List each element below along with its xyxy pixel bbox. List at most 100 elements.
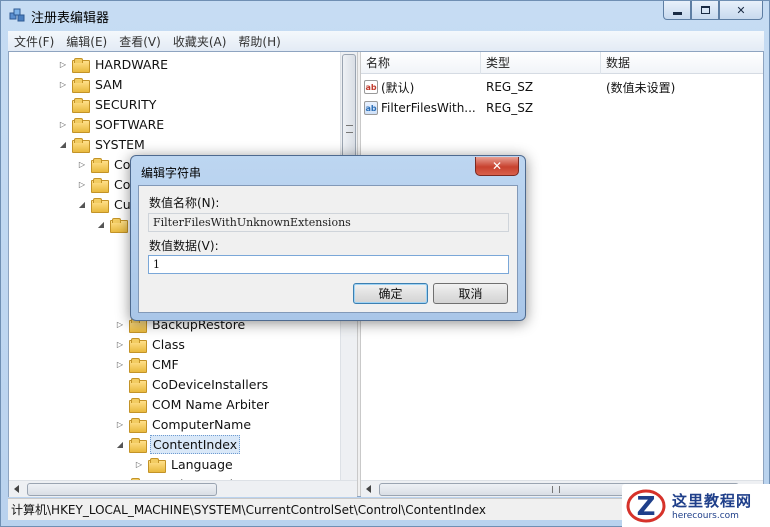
collapse-icon[interactable]: ◢: [114, 438, 126, 450]
folder-icon: [72, 77, 90, 93]
value-type: REG_SZ: [486, 80, 534, 94]
menu-help[interactable]: 帮助(H): [232, 33, 286, 50]
collapse-icon[interactable]: ◢: [76, 198, 88, 210]
column-header-data[interactable]: 数据: [601, 52, 763, 74]
expand-icon[interactable]: ▷: [114, 418, 126, 430]
expand-icon[interactable]: ▷: [76, 178, 88, 190]
dialog-body: 数值名称(N): FilterFilesWithUnknownExtension…: [138, 185, 518, 313]
close-icon: ✕: [491, 159, 503, 173]
tree-item-system[interactable]: ◢ SYSTEM: [57, 134, 147, 154]
status-path: 计算机\HKEY_LOCAL_MACHINE\SYSTEM\CurrentCon…: [11, 503, 486, 517]
folder-icon: [72, 97, 90, 113]
tree-item-label: Class: [152, 336, 185, 352]
expand-icon: [57, 98, 69, 110]
expand-icon: [114, 398, 126, 410]
tree-item-label: HARDWARE: [95, 56, 169, 72]
minimize-button[interactable]: [663, 1, 691, 20]
expand-icon[interactable]: ▷: [114, 338, 126, 350]
folder-icon: [129, 377, 147, 393]
expand-icon[interactable]: ▷: [114, 318, 126, 330]
folder-icon: [148, 457, 166, 473]
tree-horizontal-scrollbar[interactable]: [9, 480, 357, 497]
expand-icon[interactable]: ▷: [76, 158, 88, 170]
column-header-type[interactable]: 类型: [481, 52, 601, 74]
list-header: 名称 类型 数据: [361, 52, 763, 74]
folder-icon: [129, 417, 147, 433]
collapse-icon[interactable]: ◢: [95, 218, 107, 230]
dialog-close-button[interactable]: ✕: [475, 157, 519, 176]
tree-item-class[interactable]: ▷ Class: [114, 334, 187, 354]
menu-edit[interactable]: 编辑(E): [60, 33, 113, 50]
scroll-left-icon[interactable]: [14, 485, 19, 493]
tree-item-label: Language: [171, 456, 233, 472]
value-data: (数值未设置): [606, 80, 676, 95]
value-data-label: 数值数据(V):: [149, 239, 219, 253]
folder-icon: [129, 337, 147, 353]
site-url: herecours.com: [672, 511, 739, 521]
menu-bar: 文件(F) 编辑(E) 查看(V) 收藏夹(A) 帮助(H): [8, 31, 764, 51]
tree-item-com-name-arbiter[interactable]: COM Name Arbiter: [114, 394, 271, 414]
string-value-icon: ab: [364, 101, 378, 115]
tree-item-software[interactable]: ▷ SOFTWARE: [57, 114, 166, 134]
string-value-icon: ab: [364, 80, 378, 94]
maximize-icon: [700, 6, 710, 14]
tree-item-computername[interactable]: ▷ ComputerName: [114, 414, 253, 434]
expand-icon: [114, 378, 126, 390]
folder-icon: [72, 57, 90, 73]
title-bar[interactable]: 注册表编辑器 ✕: [1, 1, 769, 31]
expand-icon[interactable]: ▷: [57, 78, 69, 90]
menu-file[interactable]: 文件(F): [8, 33, 60, 50]
tree-item-label: SYSTEM: [95, 136, 145, 152]
edit-string-dialog: 编辑字符串 ✕ 数值名称(N): FilterFilesWithUnknownE…: [130, 155, 526, 321]
tree-item-cmf[interactable]: ▷ CMF: [114, 354, 181, 374]
tree-horizontal-scroll-thumb[interactable]: [27, 483, 217, 496]
ok-button[interactable]: 确定: [353, 283, 428, 304]
close-button[interactable]: ✕: [719, 1, 763, 20]
tree-item-contentindex[interactable]: ◢ ContentIndex: [114, 434, 241, 454]
tree-item-label: ContentIndex: [150, 434, 241, 454]
value-type: REG_SZ: [486, 101, 534, 115]
value-name: FilterFilesWith...: [381, 101, 476, 115]
value-name-label: 数值名称(N):: [149, 196, 220, 210]
scroll-left-icon[interactable]: [366, 485, 371, 493]
tree-item-current-control-set[interactable]: ◢ Cur: [76, 194, 138, 214]
dialog-title: 编辑字符串: [141, 166, 202, 180]
value-data-input[interactable]: [148, 255, 509, 274]
folder-icon: [72, 117, 90, 133]
column-header-name[interactable]: 名称: [361, 52, 481, 74]
collapse-icon[interactable]: ◢: [57, 138, 69, 150]
value-name: (默认): [381, 80, 415, 95]
folder-icon: [110, 217, 128, 233]
tree-item-security[interactable]: SECURITY: [57, 94, 158, 114]
expand-icon[interactable]: ▷: [57, 58, 69, 70]
list-row-filterfiles[interactable]: ab FilterFilesWith... REG_SZ: [361, 98, 763, 118]
window-title: 注册表编辑器: [31, 11, 110, 26]
tree-item-label: SOFTWARE: [95, 116, 165, 132]
tree-item-label: CoDeviceInstallers: [152, 376, 269, 392]
folder-icon: [91, 177, 109, 193]
tree-item-codeviceinstallers[interactable]: CoDeviceInstallers: [114, 374, 270, 394]
expand-icon[interactable]: ▷: [114, 358, 126, 370]
tree-item-label: SECURITY: [95, 96, 157, 112]
site-name: 这里教程网: [672, 492, 753, 510]
cancel-button[interactable]: 取消: [433, 283, 508, 304]
tree-item-control[interactable]: ◢: [95, 214, 135, 234]
maximize-button[interactable]: [691, 1, 719, 20]
folder-icon: [129, 357, 147, 373]
tree-item-sam[interactable]: ▷ SAM: [57, 74, 125, 94]
expand-icon[interactable]: ▷: [57, 118, 69, 130]
tree-item-label: COM Name Arbiter: [152, 396, 270, 412]
folder-icon: [129, 397, 147, 413]
open-folder-icon: [129, 437, 147, 453]
list-row-default[interactable]: ab (默认) REG_SZ (数值未设置): [361, 77, 763, 97]
menu-view[interactable]: 查看(V): [113, 33, 167, 50]
caption-buttons: ✕: [663, 1, 763, 21]
regedit-app-icon: [9, 8, 25, 22]
tree-item-language[interactable]: ▷ Language: [133, 454, 235, 474]
menu-favorites[interactable]: 收藏夹(A): [167, 33, 233, 50]
expand-icon[interactable]: ▷: [133, 458, 145, 470]
tree-item-hardware[interactable]: ▷ HARDWARE: [57, 54, 170, 74]
site-watermark: Z 这里教程网 herecours.com: [622, 484, 770, 527]
tree-item-label: ComputerName: [152, 416, 252, 432]
value-name-field: FilterFilesWithUnknownExtensions: [148, 213, 509, 232]
